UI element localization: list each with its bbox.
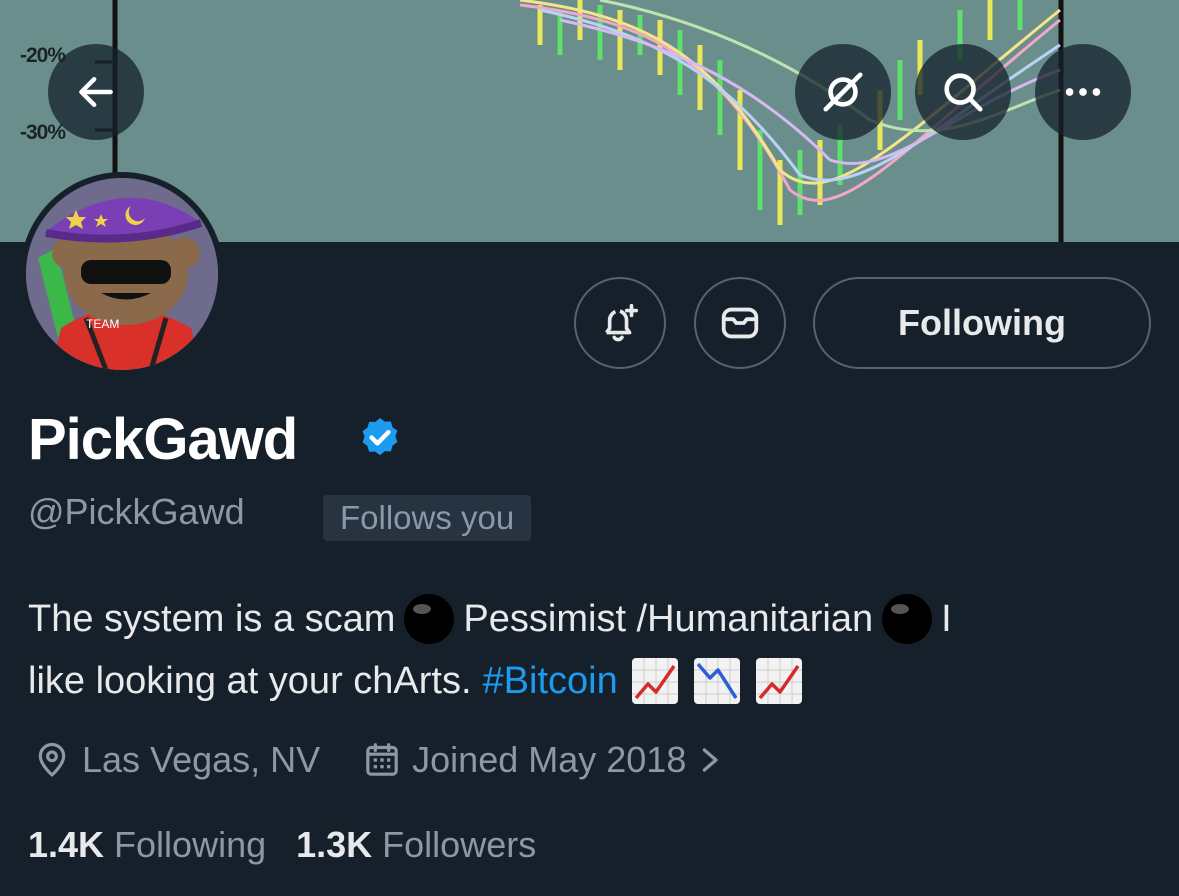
black-circle-emoji xyxy=(882,594,933,644)
bio-line: like looking at your chArts. #Bitcoin xyxy=(28,650,1158,712)
bio-text: like looking at your chArts. xyxy=(28,660,472,702)
avatar-image: TEAM xyxy=(26,178,218,370)
banner-tick-label: -30% xyxy=(20,121,66,144)
joined-date[interactable]: Joined May 2018 xyxy=(362,739,726,781)
followers-count: 1.3K xyxy=(296,824,373,865)
user-handle: @PickkGawd xyxy=(28,491,245,532)
profile-meta: Las Vegas, NV Joined May 2018 xyxy=(32,735,726,785)
hashtag-link[interactable]: #Bitcoin xyxy=(483,650,618,712)
chart-decreasing-emoji xyxy=(693,658,740,704)
joined-text: Joined May 2018 xyxy=(412,739,687,780)
bio-line: The system is a scam Pessimist /Humanita… xyxy=(28,588,1158,650)
followers-count-link[interactable]: 1.3K Followers xyxy=(296,824,536,866)
bio-text: The system is a scam xyxy=(28,598,396,640)
following-count: 1.4K xyxy=(28,824,105,865)
chart-increasing-emoji xyxy=(755,658,802,704)
follows-you-badge: Follows you xyxy=(323,495,532,541)
following-button[interactable]: Following xyxy=(813,277,1151,369)
bio-text: Pessimist /Humanitarian xyxy=(463,598,874,640)
more-button[interactable] xyxy=(1035,44,1131,140)
notifications-button[interactable] xyxy=(574,277,666,369)
black-circle-emoji xyxy=(404,594,455,644)
search-icon xyxy=(944,73,983,112)
following-label: Following xyxy=(114,824,267,865)
back-button[interactable] xyxy=(48,44,144,140)
display-name: PickGawd xyxy=(28,407,298,472)
avatar[interactable]: TEAM xyxy=(26,178,218,370)
search-button[interactable] xyxy=(915,44,1011,140)
followers-label: Followers xyxy=(382,824,537,865)
grok-slash-icon xyxy=(823,72,863,112)
more-icon xyxy=(1065,88,1101,96)
arrow-left-icon xyxy=(79,76,113,108)
bell-plus-icon xyxy=(605,303,639,342)
profile-stats: 1.4K Following 1.3K Followers xyxy=(28,820,536,870)
svg-text:TEAM: TEAM xyxy=(86,317,119,331)
message-button[interactable] xyxy=(694,277,786,369)
profile-bio: The system is a scam Pessimist /Humanita… xyxy=(28,588,1158,712)
envelope-icon xyxy=(721,307,759,339)
bio-text: I xyxy=(941,598,952,640)
verified-badge-icon[interactable] xyxy=(356,415,404,463)
chart-increasing-emoji xyxy=(631,658,678,704)
chevron-right-icon xyxy=(703,748,719,772)
location-text: Las Vegas, NV xyxy=(82,739,321,780)
grok-button[interactable] xyxy=(795,44,891,140)
location: Las Vegas, NV xyxy=(32,739,320,781)
following-count-link[interactable]: 1.4K Following xyxy=(28,824,266,866)
location-pin-icon xyxy=(38,743,66,777)
calendar-icon xyxy=(366,743,398,776)
avatar-frame: TEAM xyxy=(20,172,224,376)
